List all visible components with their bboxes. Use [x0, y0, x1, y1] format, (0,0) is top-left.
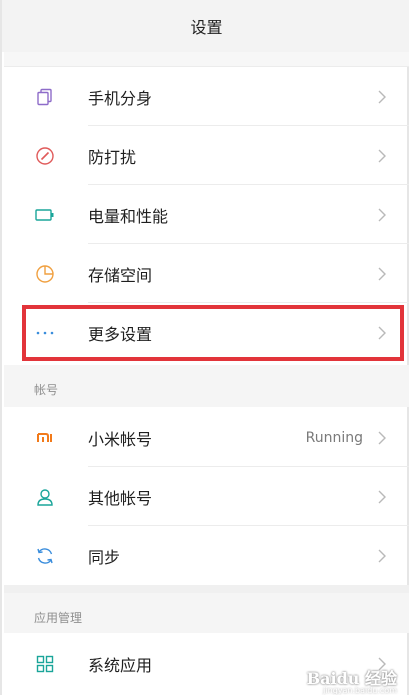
- settings-item-phone-clone[interactable]: 手机分身: [4, 67, 409, 126]
- section-title: 应用管理: [34, 611, 83, 625]
- chevron-right-icon: [378, 149, 386, 162]
- settings-item-sync[interactable]: 同步: [4, 526, 409, 585]
- chevron-right-icon: [378, 208, 386, 221]
- section-header-apps: 应用管理: [4, 585, 409, 633]
- account-status: Running: [305, 429, 363, 446]
- settings-item-do-not-disturb[interactable]: 防打扰: [4, 126, 409, 185]
- mi-logo-icon: [34, 427, 56, 449]
- settings-item-label: 更多设置: [88, 324, 153, 344]
- settings-item-more-settings[interactable]: 更多设置: [4, 303, 409, 362]
- user-icon: [34, 486, 56, 508]
- compass-icon: [34, 145, 56, 167]
- settings-item-label: 存储空间: [88, 265, 153, 285]
- header-bar: 设置: [2, 0, 409, 52]
- chevron-right-icon: [378, 549, 386, 562]
- settings-item-mi-account[interactable]: 小米帐号 Running: [4, 408, 409, 467]
- chevron-right-icon: [378, 431, 386, 444]
- watermark-sub: jingyan.baidu.com: [323, 686, 397, 695]
- section-header-accounts: 帐号: [4, 365, 409, 407]
- settings-item-battery-performance[interactable]: 电量和性能: [4, 185, 409, 244]
- pie-chart-icon: [34, 263, 56, 285]
- settings-item-label: 系统应用: [88, 656, 153, 675]
- settings-item-storage[interactable]: 存储空间: [4, 244, 409, 303]
- copy-icon: [34, 86, 56, 108]
- top-separator: [4, 52, 409, 67]
- chevron-right-icon: [378, 90, 386, 103]
- chevron-right-icon: [378, 326, 386, 339]
- settings-item-label: 小米帐号: [88, 429, 153, 449]
- more-dots-icon: [34, 322, 56, 344]
- section-title: 帐号: [34, 383, 59, 397]
- battery-icon: [34, 204, 56, 226]
- settings-item-other-accounts[interactable]: 其他帐号: [4, 467, 409, 526]
- grid-icon: [34, 653, 56, 675]
- chevron-right-icon: [378, 267, 386, 280]
- sync-icon: [34, 545, 56, 567]
- settings-item-label: 手机分身: [88, 88, 153, 108]
- settings-item-label: 同步: [88, 547, 121, 567]
- page-title: 设置: [190, 18, 223, 37]
- settings-screen: 设置 手机分身 防打扰 电量和性能 存储空间 更多设置 帐号 小米帐号 Runn…: [0, 0, 409, 695]
- settings-item-label: 其他帐号: [88, 488, 153, 508]
- baidu-watermark: Baidu 经验 jingyan.baidu.com: [307, 665, 397, 695]
- settings-item-label: 防打扰: [88, 147, 137, 167]
- chevron-right-icon: [378, 490, 386, 503]
- settings-item-label: 电量和性能: [88, 206, 169, 226]
